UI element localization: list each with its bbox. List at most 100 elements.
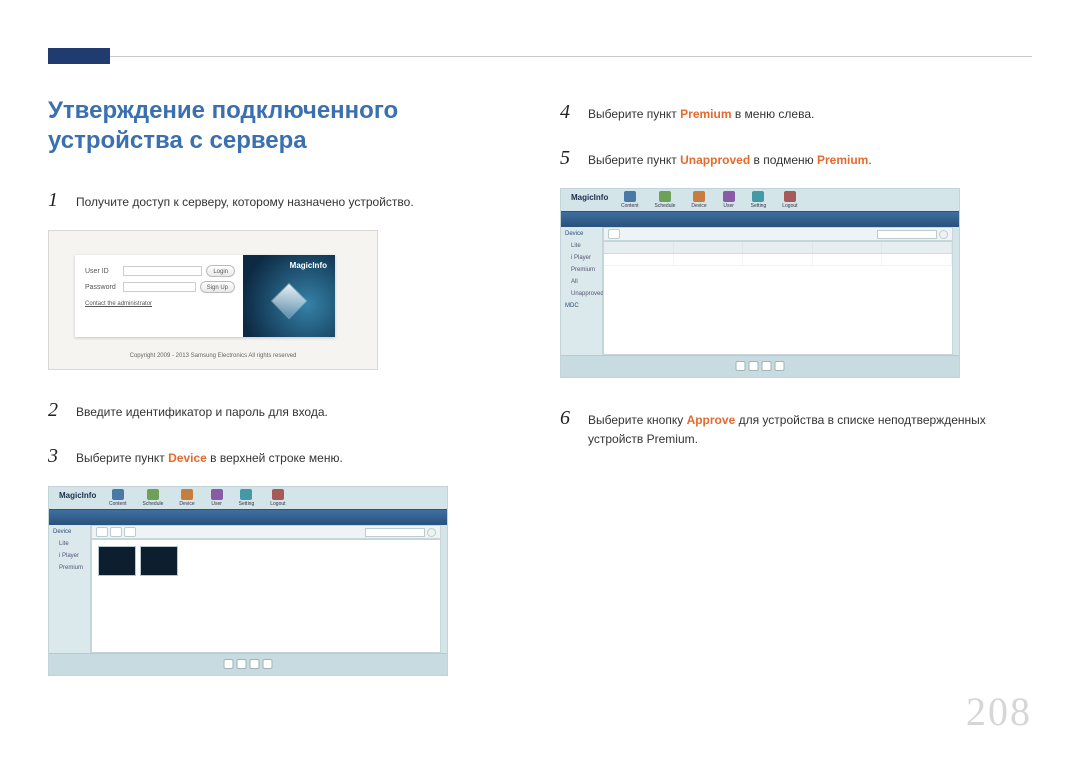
highlight-unapproved: Unapproved	[680, 153, 750, 167]
right-column: 4 Выберите пункт Premium в меню слева. 5…	[560, 96, 1032, 700]
step-number: 1	[48, 184, 62, 216]
status-bar	[561, 355, 959, 377]
nav-icon[interactable]	[272, 489, 284, 500]
side-item[interactable]: Premium	[53, 565, 86, 571]
side-nav: Device Lite i Player Premium All Unappro…	[561, 227, 603, 355]
step-text: Получите доступ к серверу, которому назн…	[76, 193, 520, 212]
screenshot-unapproved-list: MagicInfo Content Schedule Device User S…	[560, 188, 960, 378]
pager-btn[interactable]	[250, 659, 260, 669]
step-number: 6	[560, 402, 574, 434]
pager-btn[interactable]	[224, 659, 234, 669]
brand-panel: MagicInfo	[243, 255, 335, 337]
highlight-premium: Premium	[817, 153, 868, 167]
side-item[interactable]: MDC	[565, 303, 598, 309]
seg-btn[interactable]	[608, 229, 620, 239]
step-number: 4	[560, 96, 574, 128]
main-pane	[603, 241, 953, 355]
side-item[interactable]: Unapproved	[565, 291, 598, 297]
nav-icon[interactable]	[147, 489, 159, 500]
screenshot-device-page: MagicInfo Content Schedule Device User S…	[48, 486, 448, 676]
step-1: 1 Получите доступ к серверу, которому на…	[48, 184, 520, 216]
pager-btn[interactable]	[736, 361, 746, 371]
top-nav: Content Schedule Device User Setting Log…	[109, 489, 387, 507]
step-text: Выберите пункт Device в верхней строке м…	[76, 449, 520, 468]
app-logo: MagicInfo	[571, 193, 608, 202]
step-number: 3	[48, 440, 62, 472]
nav-icon[interactable]	[723, 191, 735, 202]
table-row[interactable]	[604, 254, 952, 266]
login-userid-input[interactable]	[123, 266, 202, 276]
header-mark	[48, 48, 110, 64]
highlight-device: Device	[168, 451, 207, 465]
nav-icon[interactable]	[659, 191, 671, 202]
page-content: Утверждение подключенного устройства с с…	[48, 96, 1032, 700]
step-text: Выберите пункт Unapproved в подменю Prem…	[588, 151, 1032, 170]
table-header	[604, 242, 952, 254]
screenshot-login: User ID Login Password Sign Up Contact t…	[48, 230, 378, 370]
side-item[interactable]: Premium	[565, 267, 598, 273]
side-item[interactable]: i Player	[53, 553, 86, 559]
section-title: Утверждение подключенного устройства с с…	[48, 96, 520, 156]
side-item[interactable]: Lite	[53, 541, 86, 547]
brand-icon	[272, 284, 306, 318]
login-userid-label: User ID	[85, 268, 119, 275]
seg-btn[interactable]	[96, 527, 108, 537]
app-logo: MagicInfo	[59, 491, 96, 500]
pager-btn[interactable]	[749, 361, 759, 371]
side-item[interactable]: All	[565, 279, 598, 285]
app-toolbar	[561, 211, 959, 227]
nav-icon[interactable]	[784, 191, 796, 202]
nav-icon[interactable]	[752, 191, 764, 202]
login-button[interactable]: Login	[206, 265, 235, 277]
pager-btn[interactable]	[775, 361, 785, 371]
step-text: Введите идентификатор и пароль для входа…	[76, 403, 520, 422]
seg-btn[interactable]	[110, 527, 122, 537]
page-number: 208	[966, 688, 1032, 735]
copyright-text: Copyright 2009 - 2013 Samsung Electronic…	[49, 353, 377, 359]
side-item[interactable]: i Player	[565, 255, 598, 261]
contact-admin-link[interactable]: Contact the administrator	[85, 301, 235, 307]
step-number: 5	[560, 142, 574, 174]
pager-btn[interactable]	[237, 659, 247, 669]
signup-button[interactable]: Sign Up	[200, 281, 235, 293]
highlight-approve: Approve	[687, 413, 736, 427]
header-rule	[48, 56, 1032, 57]
nav-icon[interactable]	[181, 489, 193, 500]
side-nav: Device Lite i Player Premium	[49, 525, 91, 653]
left-column: Утверждение подключенного устройства с с…	[48, 96, 520, 700]
login-password-label: Password	[85, 284, 119, 291]
highlight-premium: Premium	[680, 107, 731, 121]
step-3: 3 Выберите пункт Device в верхней строке…	[48, 440, 520, 472]
step-text: Выберите кнопку Approve для устройства в…	[588, 411, 1032, 449]
side-item[interactable]: Device	[53, 529, 86, 535]
pager-btn[interactable]	[263, 659, 273, 669]
main-pane	[91, 539, 441, 653]
device-tile[interactable]	[98, 546, 136, 576]
step-number: 2	[48, 394, 62, 426]
sub-toolbar	[603, 227, 953, 241]
nav-icon[interactable]	[693, 191, 705, 202]
login-password-input[interactable]	[123, 282, 196, 292]
step-2: 2 Введите идентификатор и пароль для вхо…	[48, 394, 520, 426]
step-6: 6 Выберите кнопку Approve для устройства…	[560, 402, 1032, 449]
search-input[interactable]	[877, 230, 937, 239]
step-5: 5 Выберите пункт Unapproved в подменю Pr…	[560, 142, 1032, 174]
nav-icon[interactable]	[240, 489, 252, 500]
status-bar	[49, 653, 447, 675]
search-icon[interactable]	[427, 528, 436, 537]
search-icon[interactable]	[939, 230, 948, 239]
top-nav: Content Schedule Device User Setting Log…	[621, 191, 899, 209]
brand-name: MagicInfo	[290, 261, 327, 270]
nav-icon[interactable]	[112, 489, 124, 500]
nav-icon[interactable]	[211, 489, 223, 500]
sub-toolbar	[91, 525, 441, 539]
side-item[interactable]: Lite	[565, 243, 598, 249]
pager-btn[interactable]	[762, 361, 772, 371]
search-input[interactable]	[365, 528, 425, 537]
seg-btn[interactable]	[124, 527, 136, 537]
device-tile[interactable]	[140, 546, 178, 576]
side-item[interactable]: Device	[565, 231, 598, 237]
nav-icon[interactable]	[624, 191, 636, 202]
app-toolbar	[49, 509, 447, 525]
step-4: 4 Выберите пункт Premium в меню слева.	[560, 96, 1032, 128]
